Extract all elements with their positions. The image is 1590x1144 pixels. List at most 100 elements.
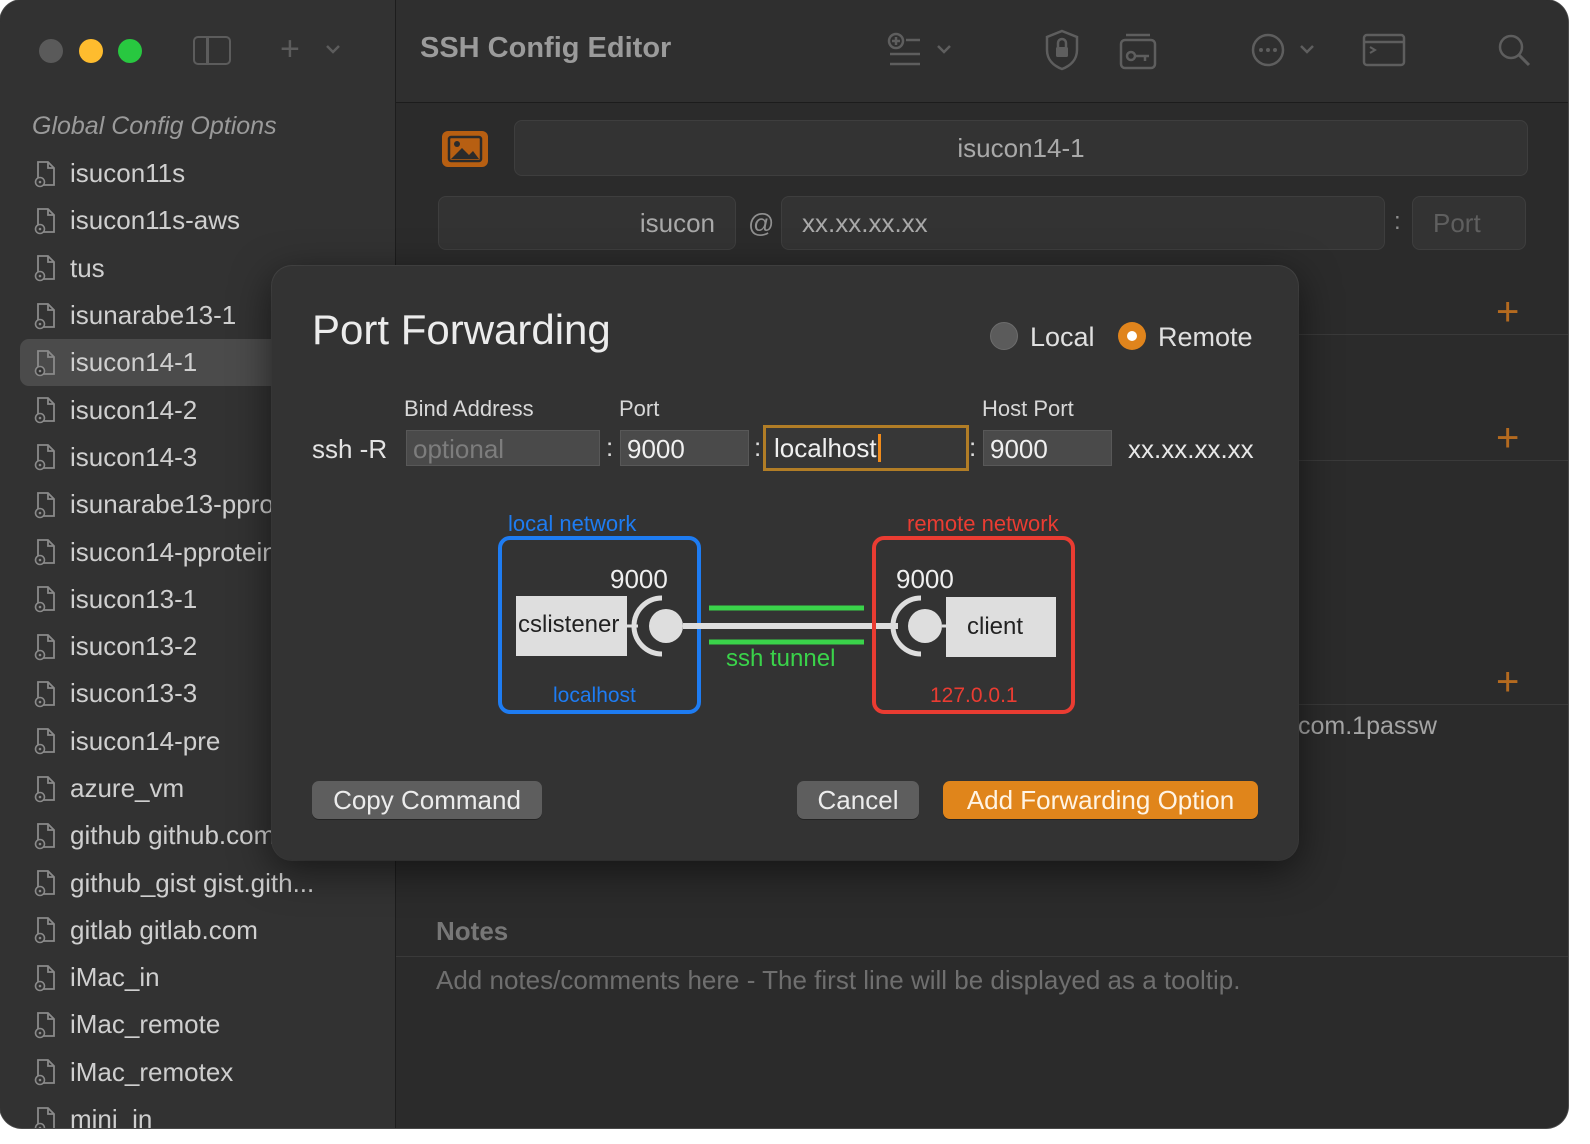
sidebar-item[interactable]: isucon11s-aws bbox=[20, 197, 395, 244]
add-host-icon[interactable]: + bbox=[280, 32, 300, 66]
sidebar-item-label: mini_in bbox=[70, 1104, 153, 1128]
local-radio-label[interactable]: Local bbox=[1030, 322, 1095, 353]
port-label: Port bbox=[619, 396, 660, 421]
sidebar-item[interactable]: isucon11s bbox=[20, 150, 395, 197]
config-file-icon bbox=[34, 491, 55, 519]
more-options-icon[interactable] bbox=[1250, 32, 1286, 68]
config-file-icon bbox=[34, 681, 55, 708]
add-section-plus-icon[interactable]: + bbox=[1496, 418, 1519, 458]
remote-radio-label[interactable]: Remote bbox=[1158, 322, 1253, 353]
user-field[interactable]: isucon bbox=[438, 196, 736, 250]
config-file-icon bbox=[34, 633, 55, 660]
host-input-value: localhost bbox=[774, 433, 877, 463]
colon-separator: : bbox=[754, 432, 762, 462]
config-file-icon bbox=[34, 728, 55, 755]
chevron-down-icon[interactable] bbox=[1299, 44, 1315, 54]
port-input[interactable]: 9000 bbox=[620, 430, 749, 466]
local-host-label: localhost bbox=[553, 684, 636, 707]
notes-textarea[interactable]: Add notes/comments here - The first line… bbox=[436, 965, 1240, 996]
add-forwarding-option-button[interactable]: Add Forwarding Option bbox=[943, 781, 1258, 819]
port-separator: : bbox=[1394, 208, 1401, 235]
host-name-field[interactable]: isucon14-1 bbox=[514, 120, 1528, 176]
host-image-icon[interactable] bbox=[442, 131, 488, 167]
local-port-label: 9000 bbox=[610, 564, 668, 594]
zoom-window-button[interactable] bbox=[118, 39, 142, 63]
sidebar-item-label: isucon11s bbox=[70, 158, 186, 189]
sidebar-item[interactable]: mini_in bbox=[20, 1096, 395, 1128]
remote-host-diagram-label: 127.0.0.1 bbox=[930, 684, 1018, 707]
copy-command-button[interactable]: Copy Command bbox=[312, 781, 542, 819]
host-port-label: Host Port bbox=[982, 396, 1074, 421]
config-file-icon bbox=[34, 586, 55, 613]
sidebar-item-label: isucon13-2 bbox=[70, 631, 198, 662]
terminal-icon[interactable] bbox=[1362, 32, 1406, 68]
config-file-icon bbox=[34, 302, 55, 329]
sidebar-heading[interactable]: Global Config Options bbox=[32, 112, 277, 141]
add-option-icon[interactable] bbox=[886, 30, 926, 70]
forwarding-diagram: local network 9000 cslistener ssh tunnel… bbox=[498, 511, 1075, 714]
config-file-icon bbox=[34, 917, 55, 944]
sidebar-item-label: isucon13-3 bbox=[70, 678, 198, 709]
sidebar-item-label: github github.com bbox=[70, 820, 276, 851]
remote-radio[interactable] bbox=[1118, 322, 1146, 350]
sidebar-item-label: isucon14-2 bbox=[70, 394, 198, 425]
app-title: SSH Config Editor bbox=[420, 32, 672, 64]
search-icon[interactable] bbox=[1496, 32, 1532, 68]
config-file-icon bbox=[34, 349, 55, 377]
sidebar-item-label: isucon11s-aws bbox=[70, 205, 241, 236]
command-prefix: ssh -R bbox=[312, 434, 388, 464]
sidebar-item-label: isucon14-pre bbox=[70, 725, 221, 756]
remote-network-label: remote network bbox=[907, 511, 1060, 536]
add-menu-chevron-icon[interactable] bbox=[325, 44, 341, 54]
section-divider bbox=[396, 956, 1568, 957]
config-file-icon bbox=[34, 208, 55, 235]
config-file-icon bbox=[34, 1059, 55, 1086]
local-plug-icon bbox=[649, 609, 683, 643]
host-port-input[interactable]: 9000 bbox=[983, 430, 1112, 466]
config-file-icon bbox=[34, 775, 55, 802]
sidebar-item-label: isucon14-3 bbox=[70, 441, 198, 472]
text-caret bbox=[877, 434, 881, 462]
config-file-icon bbox=[34, 1012, 55, 1039]
sidebar-item-label: github_gist gist.gith... bbox=[70, 867, 315, 898]
local-service-label: cslistener bbox=[518, 611, 619, 638]
dialog-title: Port Forwarding bbox=[312, 306, 611, 353]
sidebar-item[interactable]: iMac_remotex bbox=[20, 1049, 395, 1096]
app-window: + Global Config Options isucon11s isucon1… bbox=[0, 0, 1568, 1128]
key-card-icon[interactable] bbox=[1118, 30, 1158, 72]
host-input[interactable]: localhost bbox=[763, 425, 969, 471]
at-separator: @ bbox=[748, 208, 775, 238]
chevron-down-icon[interactable] bbox=[936, 44, 952, 54]
sidebar-item-label: iMac_remote bbox=[70, 1009, 221, 1040]
remote-host-label: xx.xx.xx.xx bbox=[1128, 434, 1254, 464]
port-field[interactable]: Port bbox=[1412, 196, 1526, 250]
local-network-label: local network bbox=[508, 511, 637, 536]
cancel-button[interactable]: Cancel bbox=[797, 781, 919, 819]
add-section-plus-icon[interactable]: + bbox=[1496, 662, 1519, 702]
colon-separator: : bbox=[969, 432, 977, 462]
config-file-icon bbox=[34, 444, 55, 471]
config-file-icon bbox=[34, 160, 55, 187]
hostname-field[interactable]: xx.xx.xx.xx bbox=[781, 196, 1385, 250]
sidebar-item-label: isucon14-1 bbox=[70, 347, 198, 378]
sidebar-item[interactable]: github_gist gist.gith... bbox=[20, 859, 395, 906]
sidebar-item[interactable]: iMac_in bbox=[20, 954, 395, 1001]
remote-service-label: client bbox=[967, 613, 1023, 640]
sidebar-item[interactable]: gitlab gitlab.com bbox=[20, 907, 395, 954]
sidebar-item-label: tus bbox=[70, 252, 105, 283]
local-radio[interactable] bbox=[990, 322, 1018, 350]
close-window-button[interactable] bbox=[39, 39, 63, 63]
sidebar-item-label: isunarabe13-1 bbox=[70, 300, 237, 331]
remote-plug-icon bbox=[908, 609, 942, 643]
config-file-icon bbox=[34, 397, 55, 424]
sidebar-item[interactable]: iMac_remote bbox=[20, 1001, 395, 1048]
sidebar-toggle-icon[interactable] bbox=[193, 36, 231, 65]
add-section-plus-icon[interactable]: + bbox=[1496, 292, 1519, 332]
option-value-text: com.1passw bbox=[1298, 712, 1437, 740]
shield-lock-icon[interactable] bbox=[1044, 28, 1080, 72]
sidebar-item-label: azure_vm bbox=[70, 773, 185, 803]
notes-label: Notes bbox=[436, 916, 509, 946]
minimize-window-button[interactable] bbox=[79, 39, 103, 63]
bind-address-input[interactable]: optional bbox=[406, 430, 600, 466]
sidebar-item-label: gitlab gitlab.com bbox=[70, 914, 258, 945]
